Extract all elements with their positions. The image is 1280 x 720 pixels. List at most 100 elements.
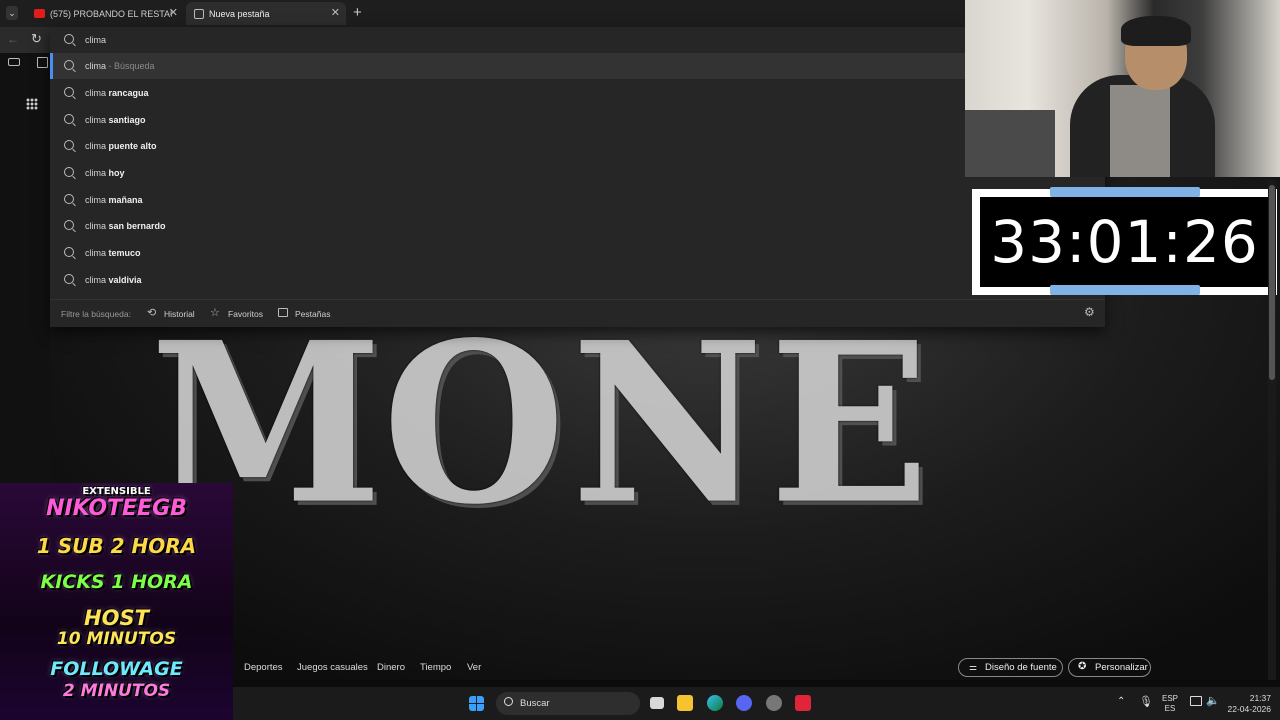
suggestion-prefix: clima bbox=[85, 275, 109, 285]
news-tab-ver[interactable]: Ver bbox=[467, 662, 481, 673]
tab-bar: ⌄ (575) PROBANDO EL RESTAURANTE ✕ Nueva … bbox=[0, 0, 965, 27]
font-design-button[interactable]: ⚌ Diseño de fuente bbox=[958, 658, 1063, 677]
file-explorer-icon[interactable] bbox=[677, 695, 693, 711]
suggestion-bold: santiago bbox=[108, 115, 146, 125]
search-icon bbox=[64, 194, 74, 204]
chevron-up-icon[interactable]: ⌃ bbox=[1117, 696, 1125, 707]
suggestion-item[interactable]: clima temuco bbox=[50, 240, 965, 266]
network-icon[interactable] bbox=[1190, 696, 1202, 706]
suggestion-item[interactable]: clima hoy bbox=[50, 160, 965, 186]
search-icon bbox=[64, 114, 74, 124]
suggestion-bold: san bernardo bbox=[108, 221, 166, 231]
suggestion-prefix: clima bbox=[85, 195, 109, 205]
app-red-icon[interactable] bbox=[795, 695, 811, 711]
windows-start-icon[interactable] bbox=[469, 696, 484, 711]
suggestion-item[interactable]: clima - Búsqueda bbox=[50, 53, 965, 79]
webcam-person-hair bbox=[1121, 16, 1191, 46]
address-bar-dropdown: clima clima - Búsqueda clima rancagua cl… bbox=[50, 27, 1105, 327]
timer-bar-top bbox=[1050, 187, 1200, 197]
suggestion-prefix: clima bbox=[85, 141, 109, 151]
filter-favorites-button[interactable]: Favoritos bbox=[228, 309, 263, 319]
suggestion-bold: hoy bbox=[108, 168, 125, 178]
customize-button[interactable]: ✪ Personalizar bbox=[1068, 658, 1151, 677]
reload-icon[interactable]: ↻ bbox=[31, 31, 42, 47]
suggestion-item[interactable]: clima valdivia bbox=[50, 267, 965, 293]
clock-date: 22-04-2026 bbox=[1227, 704, 1271, 714]
news-tab-dinero[interactable]: Dinero bbox=[377, 662, 405, 673]
history-icon: ⟲ bbox=[147, 307, 157, 319]
suggestion-prefix: clima bbox=[85, 168, 109, 178]
browser-sidebar bbox=[0, 53, 50, 483]
subathon-timer: 33:01:26 bbox=[980, 197, 1269, 287]
edge-icon[interactable] bbox=[707, 695, 723, 711]
close-icon[interactable]: ✕ bbox=[169, 6, 178, 19]
search-icon bbox=[64, 220, 74, 230]
back-arrow-icon[interactable]: ← bbox=[7, 32, 19, 46]
youtube-icon bbox=[34, 9, 45, 18]
taskbar-search-label: Buscar bbox=[520, 698, 550, 709]
language-primary: ESP bbox=[1162, 694, 1179, 703]
language-indicator[interactable]: ESP ES bbox=[1162, 694, 1178, 714]
tab-youtube[interactable]: (575) PROBANDO EL RESTAURANTE ✕ bbox=[26, 2, 184, 25]
suggestion-item[interactable]: clima rancagua bbox=[50, 80, 965, 106]
webcam-feed bbox=[965, 0, 1280, 177]
news-tab-deportes[interactable]: Deportes bbox=[244, 662, 283, 673]
search-icon bbox=[64, 140, 74, 150]
address-value: clima bbox=[85, 35, 107, 45]
collections-icon[interactable] bbox=[8, 58, 20, 66]
close-icon[interactable]: ✕ bbox=[331, 6, 340, 19]
suggestion-prefix: clima bbox=[85, 61, 107, 71]
suggestion-item[interactable]: clima puente alto bbox=[50, 133, 965, 159]
suggestion-bold: temuco bbox=[108, 248, 141, 258]
tab-menu-chevron-icon[interactable]: ⌄ bbox=[6, 6, 18, 20]
news-category-bar: Deportes Juegos casuales Dinero Tiempo V… bbox=[233, 655, 1268, 682]
volume-icon[interactable]: 🔈 bbox=[1206, 694, 1220, 707]
search-icon bbox=[64, 87, 74, 97]
search-icon bbox=[504, 697, 513, 706]
apps-grid-icon[interactable] bbox=[26, 98, 38, 110]
overlay-host-minutes: 10 MINUTOS bbox=[56, 629, 177, 649]
clock-time: 21:37 bbox=[1249, 693, 1271, 703]
workspace-icon[interactable] bbox=[37, 57, 48, 68]
suggestion-bold: mañana bbox=[108, 195, 143, 205]
newtab-icon bbox=[194, 8, 204, 19]
webcam-desk bbox=[965, 110, 1055, 177]
tab-new-tab[interactable]: Nueva pestaña ✕ bbox=[186, 2, 346, 25]
search-filter-bar: Filtre la búsqueda: ⟲ Historial ☆ Favori… bbox=[50, 299, 1105, 328]
filter-history-button[interactable]: Historial bbox=[164, 309, 195, 319]
clock[interactable]: 21:37 22-04-2026 bbox=[1227, 693, 1271, 715]
wallpaper-money-text: MONE bbox=[150, 293, 936, 554]
suggestion-prefix: clima bbox=[85, 221, 109, 231]
sliders-icon: ⚌ bbox=[969, 662, 978, 672]
obs-icon[interactable] bbox=[766, 695, 782, 711]
tab-label: Nueva pestaña bbox=[209, 8, 270, 19]
taskbar-search[interactable]: Buscar bbox=[496, 692, 640, 715]
webcam-person-shirt bbox=[1110, 85, 1170, 177]
news-tab-tiempo[interactable]: Tiempo bbox=[420, 662, 451, 673]
news-tab-juegos[interactable]: Juegos casuales bbox=[297, 662, 368, 673]
search-icon bbox=[64, 60, 74, 70]
suggestion-prefix: clima bbox=[85, 248, 109, 258]
star-icon: ☆ bbox=[210, 307, 220, 319]
suggestion-bold: rancagua bbox=[108, 88, 149, 98]
discord-icon[interactable] bbox=[736, 695, 752, 711]
suggestion-item[interactable]: clima santiago bbox=[50, 107, 965, 133]
search-icon bbox=[64, 167, 74, 177]
tabs-icon bbox=[278, 308, 288, 317]
search-icon bbox=[64, 247, 74, 257]
new-tab-plus-icon[interactable]: + bbox=[353, 4, 362, 21]
overlay-followage-minutes: 2 MINUTOS bbox=[62, 681, 171, 701]
font-design-label: Diseño de fuente bbox=[985, 662, 1057, 673]
filter-tabs-button[interactable]: Pestañas bbox=[295, 309, 330, 319]
task-view-icon[interactable] bbox=[650, 697, 664, 709]
scrollbar-thumb[interactable] bbox=[1269, 185, 1275, 380]
suggestion-prefix: clima bbox=[85, 115, 109, 125]
address-input[interactable]: clima bbox=[50, 27, 965, 53]
microphone-icon[interactable]: 🎙 bbox=[1139, 695, 1153, 708]
suggestion-suffix: - Búsqueda bbox=[106, 61, 155, 71]
timer-bar-bottom bbox=[1050, 285, 1200, 295]
suggestion-item[interactable]: clima san bernardo bbox=[50, 213, 965, 239]
search-icon bbox=[64, 274, 74, 284]
suggestion-item[interactable]: clima mañana bbox=[50, 187, 965, 213]
gear-icon[interactable]: ⚙ bbox=[1084, 305, 1095, 319]
